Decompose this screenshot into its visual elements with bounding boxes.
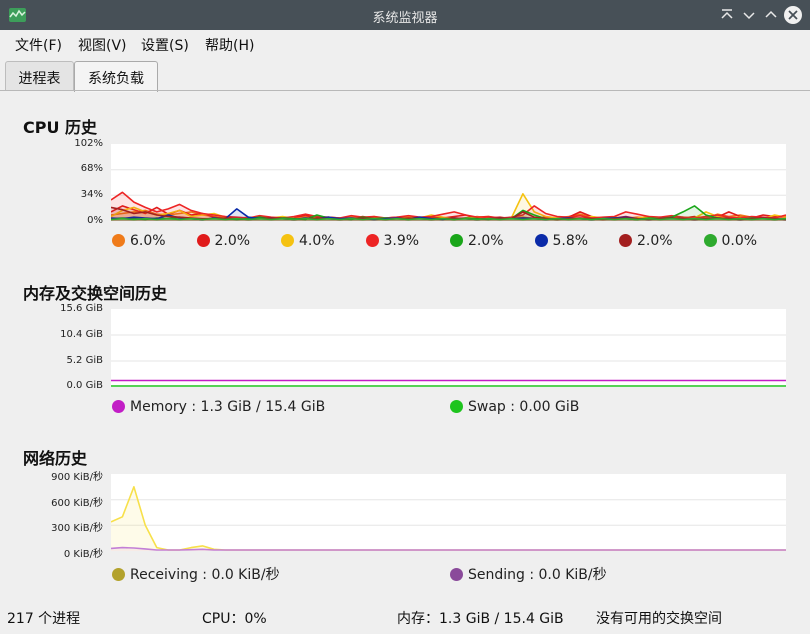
legend-cpu-core-value: 2.0%: [637, 233, 673, 249]
minimize-icon: [743, 12, 755, 20]
legend-receiving-label: Receiving : 0.0 KiB/秒: [130, 567, 280, 583]
series-line-7: [111, 217, 786, 221]
memory-ytick: 15.6 GiB: [60, 303, 103, 314]
maximize-button[interactable]: [762, 6, 780, 24]
close-icon: [788, 10, 798, 20]
legend-cpu-core-value: 2.0%: [214, 233, 251, 249]
keep-above-icon: [721, 9, 733, 19]
close-button[interactable]: [784, 6, 802, 24]
tab-process-table[interactable]: 进程表: [5, 61, 74, 91]
status-cpu: CPU：0%: [202, 611, 267, 627]
receiving-color-swatch: [112, 568, 125, 581]
cpu-core-color-swatch: [196, 234, 210, 247]
legend-receiving: Receiving : 0.0 KiB/秒: [112, 564, 280, 584]
network-ytick: 600 KiB/秒: [51, 498, 103, 509]
tab-system-load[interactable]: 系统负载: [74, 61, 158, 92]
swap-color-swatch: [450, 400, 463, 413]
legend-cpu-core-value: 3.9%: [383, 233, 420, 249]
status-memory: 内存：1.3 GiB / 15.4 GiB: [397, 611, 564, 627]
network-ytick: 300 KiB/秒: [51, 523, 103, 534]
network-ytick: 900 KiB/秒: [51, 472, 103, 483]
status-process-count: 217 个进程: [7, 611, 81, 627]
keep-above-button[interactable]: [718, 6, 736, 24]
maximize-icon: [765, 10, 777, 18]
legend-cpu-core-2: 4.0%: [281, 233, 335, 249]
legend-cpu-core-4: 2.0%: [450, 233, 504, 249]
legend-cpu-core-1: 2.0%: [196, 233, 251, 249]
legend-swap-label: Swap : 0.00 GiB: [468, 399, 580, 415]
memory-history-chart: [111, 309, 786, 387]
legend-cpu-core-7: 0.0%: [703, 233, 758, 249]
legend-cpu-core-value: 6.0%: [130, 233, 166, 249]
legend-cpu-core-value: 0.0%: [721, 233, 758, 249]
menu-view[interactable]: 视图(V): [78, 35, 127, 55]
cpu-history-chart: [111, 144, 786, 221]
series-area-0: [111, 486, 786, 551]
network-section-title: 网络历史: [23, 449, 88, 468]
network-ytick: 0 KiB/秒: [63, 549, 103, 560]
cpu-core-color-swatch: [703, 234, 717, 247]
series-line-0: [111, 486, 786, 551]
menu-help[interactable]: 帮助(H): [205, 35, 254, 55]
memory-ytick: 10.4 GiB: [60, 329, 103, 340]
cpu-ytick: 102%: [74, 138, 103, 149]
legend-sending-label: Sending : 0.0 KiB/秒: [468, 567, 607, 583]
legend-swap: Swap : 0.00 GiB: [450, 399, 579, 415]
legend-cpu-core-value: 4.0%: [299, 233, 335, 249]
cpu-core-color-swatch: [534, 234, 548, 247]
memory-ytick: 0.0 GiB: [66, 380, 103, 391]
cpu-ytick: 34%: [80, 189, 103, 200]
legend-cpu-core-value: 2.0%: [468, 233, 504, 249]
minimize-button[interactable]: [740, 6, 758, 24]
legend-cpu-core-3: 3.9%: [365, 233, 420, 249]
legend-memory: Memory : 1.3 GiB / 15.4 GiB: [112, 399, 325, 415]
menu-bar: 文件(F) 视图(V) 设置(S) 帮助(H): [0, 30, 810, 57]
memory-ytick: 5.2 GiB: [66, 355, 103, 366]
legend-cpu-core-6: 2.0%: [619, 233, 673, 249]
network-history-chart: [111, 474, 786, 551]
cpu-core-color-swatch: [281, 234, 294, 247]
legend-sending: Sending : 0.0 KiB/秒: [450, 564, 607, 584]
menu-file[interactable]: 文件(F): [15, 35, 62, 55]
tab-bar: 进程表 系统负载: [0, 57, 810, 92]
cpu-core-color-swatch: [450, 234, 463, 247]
memory-section-title: 内存及交换空间历史: [23, 284, 168, 303]
legend-cpu-core-value: 5.8%: [552, 233, 589, 249]
legend-memory-label: Memory : 1.3 GiB / 15.4 GiB: [130, 399, 326, 415]
cpu-ytick: 0%: [87, 215, 103, 226]
legend-cpu-core-0: 6.0%: [112, 233, 166, 249]
cpu-core-color-swatch: [619, 234, 632, 247]
cpu-core-color-swatch: [112, 234, 125, 247]
cpu-ytick: 68%: [80, 163, 103, 174]
status-swap: 没有可用的交换空间: [596, 611, 722, 627]
cpu-core-color-swatch: [365, 234, 379, 247]
tab-divider: [0, 90, 810, 91]
cpu-section-title: CPU 历史: [23, 118, 98, 137]
menu-settings[interactable]: 设置(S): [141, 35, 189, 55]
sending-color-swatch: [450, 568, 463, 581]
memory-color-swatch: [112, 400, 125, 413]
legend-cpu-core-5: 5.8%: [534, 233, 589, 249]
window-title: 系统监视器: [372, 11, 438, 26]
title-bar: 系统监视器: [0, 0, 810, 30]
